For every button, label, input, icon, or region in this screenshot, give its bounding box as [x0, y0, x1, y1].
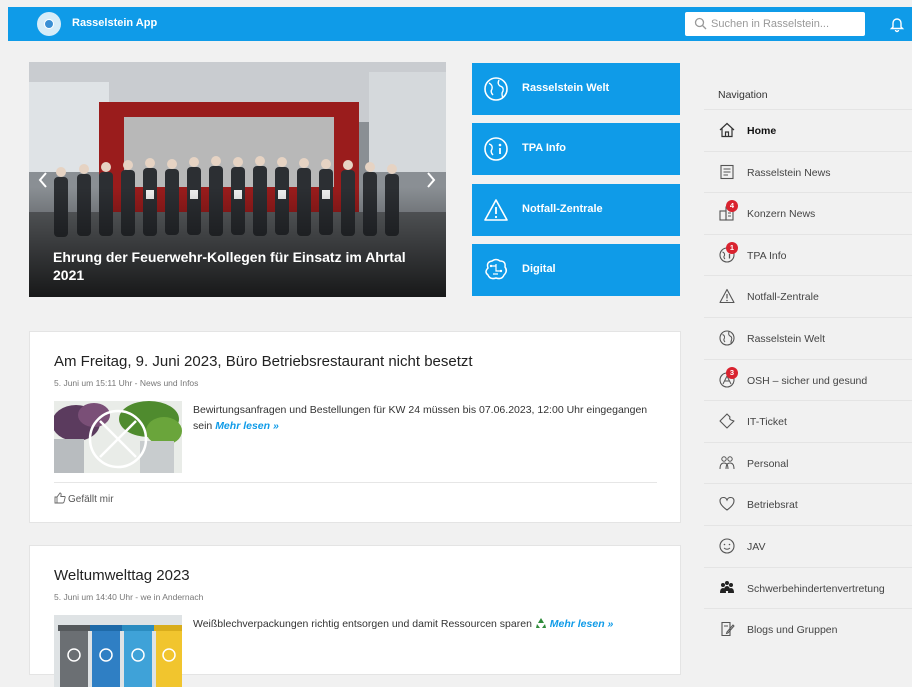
home-icon [719, 122, 735, 138]
ticket-icon [719, 413, 735, 429]
brain-circuit-icon [485, 258, 508, 280]
nav-item-home[interactable]: Home [704, 109, 912, 151]
post-title[interactable]: Am Freitag, 9. Juni 2023, Büro Betriebsr… [54, 353, 473, 370]
app-title[interactable]: Rasselstein App [72, 17, 157, 29]
card-divider [54, 482, 657, 483]
notification-badge: 4 [726, 200, 738, 213]
tile-tpa-info[interactable]: TPA Info [472, 123, 680, 175]
blog-icon [721, 622, 735, 637]
nav-item-label: Rasselstein Welt [747, 332, 826, 345]
navigation-list: Home Rasselstein News 4 Konzern News 1 T… [704, 109, 912, 650]
post-card: Weltumwelttag 2023 5. Juni um 14:40 Uhr … [29, 545, 681, 687]
warning-icon [719, 289, 735, 304]
nav-item-rasselstein-welt[interactable]: Rasselstein Welt [704, 316, 912, 359]
tile-digital[interactable]: Digital [472, 244, 680, 296]
nav-item-jav[interactable]: JAV [704, 524, 912, 567]
thumbs-up-icon [54, 492, 66, 504]
group-icon [720, 580, 734, 593]
app-logo[interactable] [37, 12, 61, 36]
like-label: Gefällt mir [68, 494, 114, 505]
globe-icon [484, 77, 508, 101]
notification-badge: 3 [726, 366, 738, 379]
hero-slider[interactable]: Ehrung der Feuerwehr-Kollegen für Einsat… [29, 62, 446, 297]
nav-item-label: Schwerbehindertenvertretung [747, 582, 885, 595]
post-image-basil [54, 401, 182, 473]
post-excerpt: Weißblechverpackungen richtig entsorgen … [193, 616, 648, 632]
read-more-link[interactable]: Mehr lesen » [215, 420, 279, 432]
tile-notfall-zentrale[interactable]: Notfall-Zentrale [472, 184, 680, 236]
nav-item-label: Home [747, 125, 777, 137]
nav-item-label: TPA Info [747, 249, 787, 262]
nav-item-osh[interactable]: 3 OSH – sicher und gesund [704, 358, 912, 401]
search-input[interactable] [711, 16, 856, 32]
newspaper-icon [720, 164, 734, 179]
read-more-link[interactable]: Mehr lesen » [550, 618, 614, 630]
nav-item-konzern-news[interactable]: 4 Konzern News [704, 192, 912, 234]
nav-item-notfall-zentrale[interactable]: Notfall-Zentrale [704, 275, 912, 317]
smiley-icon [719, 538, 735, 554]
bell-icon[interactable] [888, 15, 906, 33]
tile-label: Digital [522, 263, 556, 275]
post-image-bins [54, 615, 182, 687]
warning-icon [484, 199, 508, 221]
nav-item-label: OSH – sicher und gesund [747, 374, 868, 387]
nav-item-label: Konzern News [747, 208, 816, 221]
like-button[interactable]: Gefällt mir [54, 492, 114, 505]
recycle-icon [535, 618, 546, 628]
post-title[interactable]: Weltumwelttag 2023 [54, 567, 190, 584]
search-box[interactable] [685, 12, 865, 36]
nav-item-label: JAV [747, 540, 766, 553]
globe-icon [719, 330, 735, 346]
nav-item-schwerbehindertenvertretung[interactable]: Schwerbehindertenvertretung [704, 566, 912, 609]
nav-item-blogs-und-gruppen[interactable]: Blogs und Gruppen [704, 608, 912, 650]
people-icon [719, 456, 735, 469]
post-meta: 5. Juni um 14:40 Uhr - we in Andernach [54, 592, 204, 602]
tile-label: Rasselstein Welt [522, 82, 610, 94]
post-meta: 5. Juni um 15:11 Uhr - News und Infos [54, 378, 199, 388]
post-image[interactable] [54, 615, 182, 687]
nav-item-it-ticket[interactable]: IT-Ticket [704, 400, 912, 442]
nav-item-label: Personal [747, 457, 789, 470]
nav-item-tpa-info[interactable]: 1 TPA Info [704, 233, 912, 276]
tile-rasselstein-welt[interactable]: Rasselstein Welt [472, 63, 680, 115]
post-image[interactable] [54, 401, 182, 473]
post-excerpt-text: Weißblechverpackungen richtig entsorgen … [193, 618, 532, 630]
nav-item-label: Rasselstein News [747, 166, 831, 179]
slider-prev-arrow-icon[interactable] [36, 170, 50, 190]
tile-label: Notfall-Zentrale [522, 203, 603, 215]
top-bar: Rasselstein App [8, 7, 912, 41]
search-icon [694, 17, 707, 30]
globe-info-icon [484, 137, 508, 161]
slider-next-arrow-icon[interactable] [424, 170, 438, 190]
post-excerpt: Bewirtungsanfragen und Bestellungen für … [193, 402, 648, 434]
nav-item-rasselstein-news[interactable]: Rasselstein News [704, 150, 912, 193]
nav-item-label: Notfall-Zentrale [747, 291, 819, 304]
nav-item-personal[interactable]: Personal [704, 441, 912, 484]
nav-item-label: Betriebsrat [747, 499, 798, 512]
hero-caption[interactable]: Ehrung der Feuerwehr-Kollegen für Einsat… [53, 248, 423, 284]
heart-icon [719, 497, 735, 512]
nav-item-label: Blogs und Gruppen [747, 624, 838, 637]
nav-item-betriebsrat[interactable]: Betriebsrat [704, 483, 912, 525]
notification-badge: 1 [726, 241, 738, 254]
tile-label: TPA Info [522, 142, 566, 154]
post-card: Am Freitag, 9. Juni 2023, Büro Betriebsr… [29, 331, 681, 523]
nav-item-label: IT-Ticket [747, 416, 787, 429]
navigation-heading: Navigation [718, 89, 768, 101]
